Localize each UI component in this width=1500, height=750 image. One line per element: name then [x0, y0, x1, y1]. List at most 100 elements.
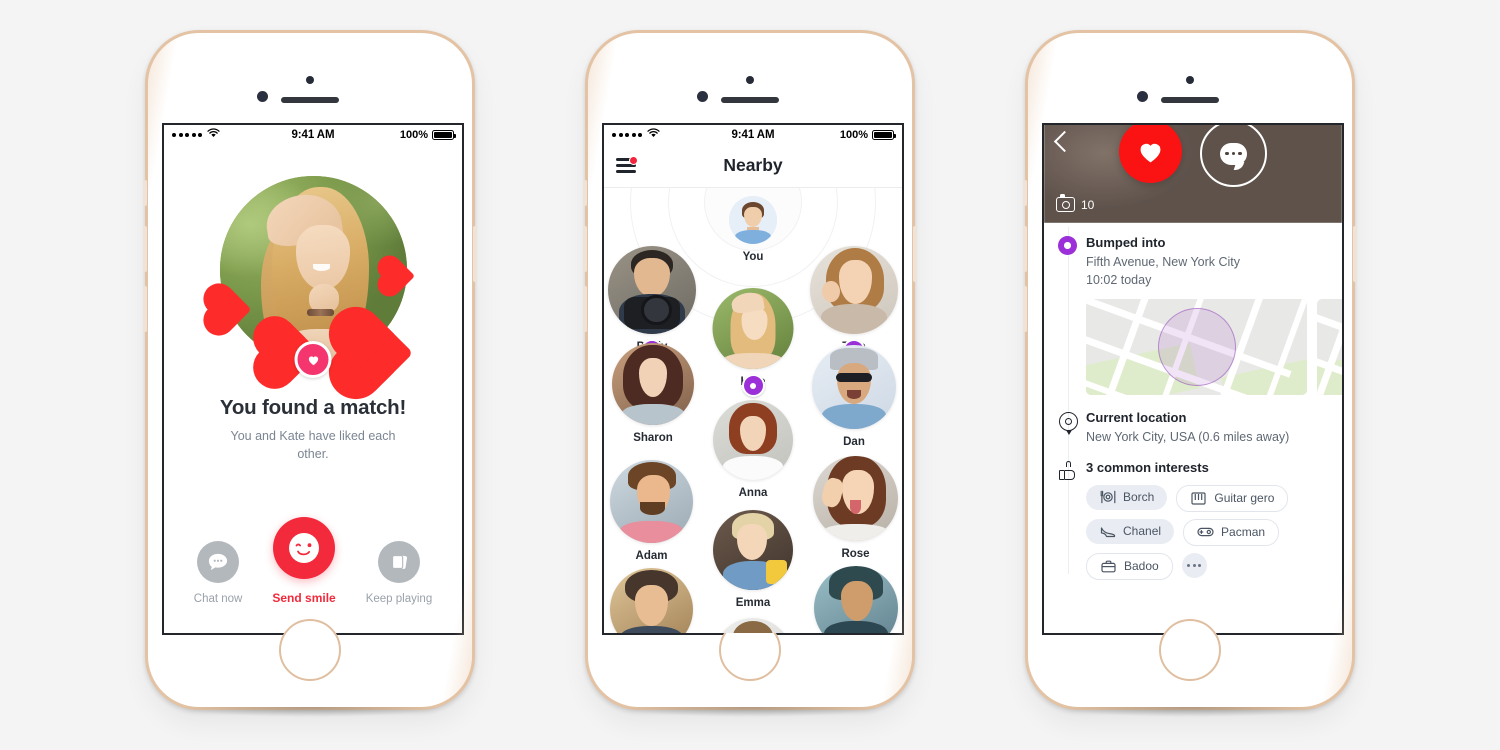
phone-3-screen: 9:41 AM 100%	[1042, 123, 1344, 635]
home-button[interactable]	[279, 619, 341, 681]
person-anna[interactable]: Anna	[713, 400, 793, 499]
cutlery-plate-icon	[1099, 490, 1116, 505]
interest-tag-chanel[interactable]: Chanel	[1086, 518, 1175, 544]
map-thumbnail[interactable]	[1086, 298, 1307, 395]
profile-details: Bumped into Fifth Avenue, New York City …	[1044, 223, 1342, 580]
person-adam[interactable]: Adam	[610, 460, 693, 562]
front-camera	[697, 91, 708, 102]
proximity-sensor	[306, 76, 314, 84]
profile-screen: 9:41 AM 100%	[1044, 125, 1342, 629]
person-name: Anna	[738, 487, 768, 499]
volume-down-button[interactable]	[583, 286, 587, 332]
match-screen: You found a match! You and Kate have lik…	[164, 144, 462, 633]
more-interests-button[interactable]	[1181, 552, 1207, 578]
person-tina[interactable]: Tina	[810, 246, 898, 362]
section-title: Bumped into	[1086, 235, 1166, 250]
thumbs-up-icon	[1059, 460, 1075, 480]
avatar	[712, 288, 794, 369]
mute-switch[interactable]	[1023, 180, 1027, 206]
photo-count[interactable]: 10	[1056, 194, 1095, 212]
match-photo-wrapper	[207, 176, 415, 392]
person-rose[interactable]: Rose	[813, 456, 898, 560]
interest-label: Guitar gero	[1214, 491, 1275, 506]
person-name: Emma	[735, 597, 771, 609]
interest-tag-guitar-gero[interactable]: Guitar gero	[1176, 484, 1289, 512]
current-location-value: New York City, USA (0.6 miles away)	[1086, 429, 1290, 444]
phone-2-body: 9:41 AM 100% Nearby You Sharon Dan Anna …	[585, 30, 915, 710]
person-dan[interactable]: Dan	[812, 345, 896, 448]
avatar	[610, 460, 693, 543]
heart-decoration-icon	[380, 259, 415, 293]
interest-tag-pacman[interactable]: Pacman	[1183, 518, 1280, 546]
volume-up-button[interactable]	[143, 226, 147, 272]
mute-switch[interactable]	[583, 180, 587, 206]
interest-tag-badoo[interactable]: Badoo	[1086, 552, 1173, 580]
wifi-icon	[207, 128, 220, 141]
person-name: Adam	[635, 550, 668, 562]
power-button[interactable]	[913, 226, 917, 282]
signal-dots-icon	[172, 132, 202, 137]
interest-tags: Borch Guitar gero Chanel Pacman Badoo	[1086, 484, 1342, 580]
volume-up-button[interactable]	[1023, 226, 1027, 272]
mute-switch[interactable]	[143, 180, 147, 206]
map-carousel[interactable]	[1086, 298, 1342, 395]
person-sharon[interactable]: Sharon	[612, 343, 694, 444]
power-button[interactable]	[473, 226, 477, 282]
hamburger-menu-icon[interactable]	[616, 156, 638, 173]
volume-down-button[interactable]	[1023, 286, 1027, 332]
volume-down-button[interactable]	[143, 286, 147, 332]
battery-icon	[872, 129, 896, 140]
proximity-sensor	[746, 76, 754, 84]
person-name: Rose	[841, 548, 870, 560]
you-avatar-item[interactable]: You	[729, 196, 777, 263]
person-emma[interactable]: Emma	[713, 510, 793, 609]
home-button[interactable]	[1159, 619, 1221, 681]
bumped-address: Fifth Avenue, New York City	[1086, 255, 1241, 269]
person-pauly[interactable]: Pauly	[608, 246, 696, 362]
photo-count-value: 10	[1081, 197, 1095, 212]
heart-icon	[1140, 143, 1161, 163]
front-camera	[1137, 91, 1148, 102]
person-partial-center[interactable]	[714, 618, 792, 633]
interest-tag-borch[interactable]: Borch	[1086, 484, 1168, 510]
chat-bubble-icon	[197, 541, 240, 583]
you-label: You	[742, 251, 764, 263]
interest-label: Borch	[1123, 490, 1155, 505]
gamepad-icon	[1197, 525, 1214, 540]
map-pin-outline-icon	[1059, 411, 1078, 435]
avatar	[608, 246, 696, 334]
profile-hero-photo[interactable]: 9:41 AM 100%	[1044, 125, 1342, 223]
camera-icon	[1056, 194, 1075, 212]
phone-shadow	[181, 707, 439, 717]
like-button[interactable]	[1119, 125, 1182, 183]
page-title: You found a match!	[219, 396, 407, 419]
person-partial-right[interactable]	[814, 566, 898, 633]
match-actions: Chat now Send smile Keep playing	[164, 517, 462, 633]
keep-playing-label: Keep playing	[365, 593, 433, 605]
map-thumbnail-next[interactable]	[1317, 298, 1342, 395]
send-smile-button[interactable]: Send smile	[272, 517, 336, 605]
phone-1: 9:41 AM 100% You found a match! You and …	[143, 30, 477, 717]
battery-icon	[432, 129, 456, 140]
phone-1-screen: 9:41 AM 100% You found a match! You and …	[162, 123, 464, 635]
chat-bubble-icon	[1220, 142, 1247, 165]
avatar	[812, 345, 896, 429]
section-current-location: Current location New York City, USA (0.6…	[1044, 395, 1342, 446]
volume-up-button[interactable]	[583, 226, 587, 272]
signal-dots-icon	[612, 132, 642, 137]
chat-now-button[interactable]: Chat now	[194, 541, 242, 605]
keep-playing-button[interactable]: Keep playing	[365, 541, 433, 605]
front-camera	[257, 91, 268, 102]
person-kate[interactable]: Kate	[712, 288, 794, 397]
wifi-icon	[647, 128, 660, 141]
phone-3-body: 9:41 AM 100%	[1025, 30, 1355, 710]
high-heel-icon	[1099, 524, 1116, 539]
nearby-navbar: Nearby	[604, 144, 902, 188]
location-pin-icon	[741, 374, 765, 397]
cards-stack-icon	[377, 541, 420, 583]
phone-1-body: 9:41 AM 100% You found a match! You and …	[145, 30, 475, 710]
power-button[interactable]	[1353, 226, 1357, 282]
person-partial-left[interactable]	[610, 568, 693, 633]
phone-shadow	[621, 707, 879, 717]
message-button[interactable]	[1200, 125, 1267, 187]
